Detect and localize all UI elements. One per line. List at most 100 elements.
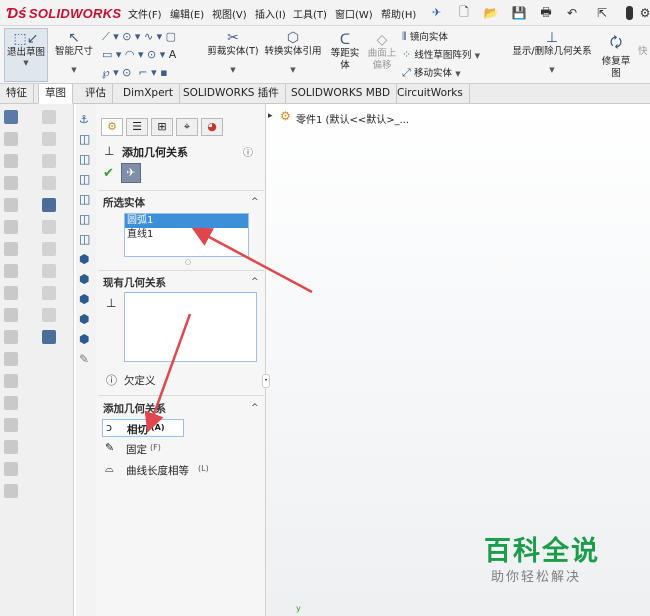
tab-dimxpert[interactable]: DimXpert: [117, 84, 180, 104]
menu-edit[interactable]: 编辑(E): [170, 6, 204, 21]
sweep-icon[interactable]: [4, 154, 18, 168]
cylinder-icon[interactable]: [42, 154, 56, 168]
display-style-icon[interactable]: [42, 330, 56, 344]
pm-tab-property-icon[interactable]: ☰: [126, 118, 148, 136]
tab-solidworks-addins[interactable]: SOLIDWORKS 插件: [177, 84, 286, 104]
curves-icon[interactable]: [4, 462, 18, 476]
display-relations-button[interactable]: ⊥ 显示/删除几何关系 ▼: [508, 30, 596, 74]
cube-icon[interactable]: [42, 132, 56, 146]
ok-checkmark-icon[interactable]: ✔: [103, 166, 114, 181]
rectangle-icon[interactable]: ▭ ▾ ◠ ▾ ⊙ ▾ A: [102, 48, 176, 61]
pencil-icon[interactable]: ✎: [79, 352, 90, 366]
hole-icon[interactable]: [4, 242, 18, 256]
tab-features[interactable]: 特征: [0, 84, 34, 104]
relation-fix-button[interactable]: ✎ 固定 (F): [102, 440, 184, 458]
move-entities-button[interactable]: ⤢ 移动实体 ▼: [402, 66, 461, 80]
back-view-icon[interactable]: ◫: [79, 152, 90, 166]
3d-sketch-icon[interactable]: [42, 110, 56, 124]
tree-item-part[interactable]: 零件1 (默认<<默认>_...: [296, 111, 409, 126]
spline-icon[interactable]: ℘ ▾ ⊙ ⌐ ▾ ▪: [102, 66, 168, 79]
existing-relations-list[interactable]: [124, 292, 257, 362]
bottom-view-icon[interactable]: ◫: [79, 232, 90, 246]
save-icon[interactable]: 💾: [510, 4, 528, 22]
shell-icon[interactable]: [4, 352, 18, 366]
intersect-icon[interactable]: [4, 396, 18, 410]
trimetric-icon[interactable]: ⬢: [79, 272, 90, 286]
smart-dimension-button[interactable]: ↖ 智能尺寸 ▼: [52, 30, 96, 74]
trim-entities-button[interactable]: ✂ 剪裁实体(T) ▼: [206, 30, 260, 74]
collapse-chevron-icon[interactable]: ^: [251, 277, 259, 287]
wrap-icon[interactable]: [4, 374, 18, 388]
view-orientation-icon[interactable]: [42, 198, 56, 212]
resize-handle-icon[interactable]: ○: [185, 258, 191, 266]
top-view-icon[interactable]: ◫: [79, 212, 90, 226]
tree-expand-icon[interactable]: ▸: [268, 111, 273, 121]
curvature-icon[interactable]: [42, 308, 56, 322]
linear-pattern-button[interactable]: ⁘ 线性草图阵列 ▼: [402, 48, 480, 62]
section-icon[interactable]: [42, 220, 56, 234]
menu-view[interactable]: 视图(V): [212, 6, 247, 21]
anchor-icon[interactable]: ⚓: [79, 113, 90, 126]
menu-insert[interactable]: 插入(I): [255, 6, 286, 21]
undo-icon[interactable]: ↶: [563, 4, 581, 22]
dimetric-icon[interactable]: ⬢: [79, 292, 90, 306]
tab-solidworks-mbd[interactable]: SOLIDWORKS MBD: [285, 84, 398, 104]
repair-sketch-button[interactable]: 🗘 修复草 图: [600, 32, 632, 80]
selected-entities-list[interactable]: 圆弧1 直线1: [124, 213, 249, 257]
open-icon[interactable]: 📂: [482, 4, 500, 22]
help-icon[interactable]: ⓘ: [243, 144, 253, 159]
rib-icon[interactable]: [4, 308, 18, 322]
tab-evaluate[interactable]: 评估: [79, 84, 113, 104]
menu-help[interactable]: 帮助(H): [381, 6, 416, 21]
pm-tab-display-icon[interactable]: ◕: [201, 118, 223, 136]
print-icon[interactable]: 🖶: [537, 4, 555, 22]
new-doc-icon[interactable]: 🗋: [455, 4, 473, 22]
options-icon[interactable]: ⚙: [636, 4, 650, 22]
instant3d-icon[interactable]: [4, 484, 18, 498]
isometric-icon[interactable]: ⬢: [79, 252, 90, 266]
offset-entities-button[interactable]: ᑕ 等距实 体: [328, 32, 362, 72]
pin-icon[interactable]: ✈: [432, 6, 441, 19]
convert-entities-button[interactable]: ⬡ 转换实体引用 ▼: [262, 30, 324, 74]
cut-icon[interactable]: [4, 220, 18, 234]
cube-view-icon[interactable]: ⬢: [79, 332, 90, 346]
pm-tab-features-icon[interactable]: ⚙: [101, 118, 123, 136]
left-view-icon[interactable]: ◫: [79, 172, 90, 186]
tab-circuitworks[interactable]: CircuitWorks: [391, 84, 470, 104]
exit-sketch-button[interactable]: ⬚↙ 退出草图 ▼: [4, 28, 48, 82]
reference-geometry-icon[interactable]: [4, 440, 18, 454]
normal-to-icon[interactable]: ⬢: [79, 312, 90, 326]
relation-tangent-button[interactable]: ↄ 相切 (A): [102, 419, 184, 437]
loft-icon[interactable]: [4, 176, 18, 190]
menu-window[interactable]: 窗口(W): [335, 6, 373, 21]
surface-icon[interactable]: [42, 176, 56, 190]
select-icon[interactable]: ⇱: [593, 4, 611, 22]
pm-tab-config-icon[interactable]: ⊞: [151, 118, 173, 136]
list-item-arc[interactable]: 圆弧1: [125, 214, 248, 228]
measure-icon[interactable]: [42, 242, 56, 256]
pm-tab-dimxpert-icon[interactable]: ⌖: [176, 118, 198, 136]
right-view-icon[interactable]: ◫: [79, 192, 90, 206]
check-icon[interactable]: [42, 286, 56, 300]
mirror-feature-icon[interactable]: [4, 418, 18, 432]
menu-file[interactable]: 文件(F): [128, 6, 162, 21]
collapse-chevron-icon[interactable]: ^: [251, 403, 259, 413]
list-item-line[interactable]: 直线1: [125, 228, 248, 242]
draft-icon[interactable]: [4, 330, 18, 344]
line-icon[interactable]: ⟋ ▾ ⊙ ▾ ∿ ▾ ▢: [102, 30, 176, 44]
front-view-icon[interactable]: ◫: [79, 132, 90, 146]
extrude-icon[interactable]: [4, 110, 18, 124]
mass-icon[interactable]: [42, 264, 56, 278]
quick-snaps-label[interactable]: 快: [638, 46, 648, 58]
fillet-icon[interactable]: [4, 264, 18, 278]
collapse-chevron-icon[interactable]: ^: [251, 197, 259, 207]
boundary-icon[interactable]: [4, 198, 18, 212]
tab-sketch[interactable]: 草图: [38, 84, 73, 104]
keep-visible-pin-icon[interactable]: ✈: [121, 163, 141, 183]
mirror-entities-button[interactable]: ⫴ 镜向实体: [402, 30, 448, 44]
panel-collapse-handle[interactable]: •: [262, 374, 270, 388]
relation-equal-curve-length-button[interactable]: ⌓ 曲线长度相等 (L): [102, 461, 232, 479]
revolve-icon[interactable]: [4, 132, 18, 146]
pattern-icon[interactable]: [4, 286, 18, 300]
menu-tools[interactable]: 工具(T): [293, 6, 327, 21]
